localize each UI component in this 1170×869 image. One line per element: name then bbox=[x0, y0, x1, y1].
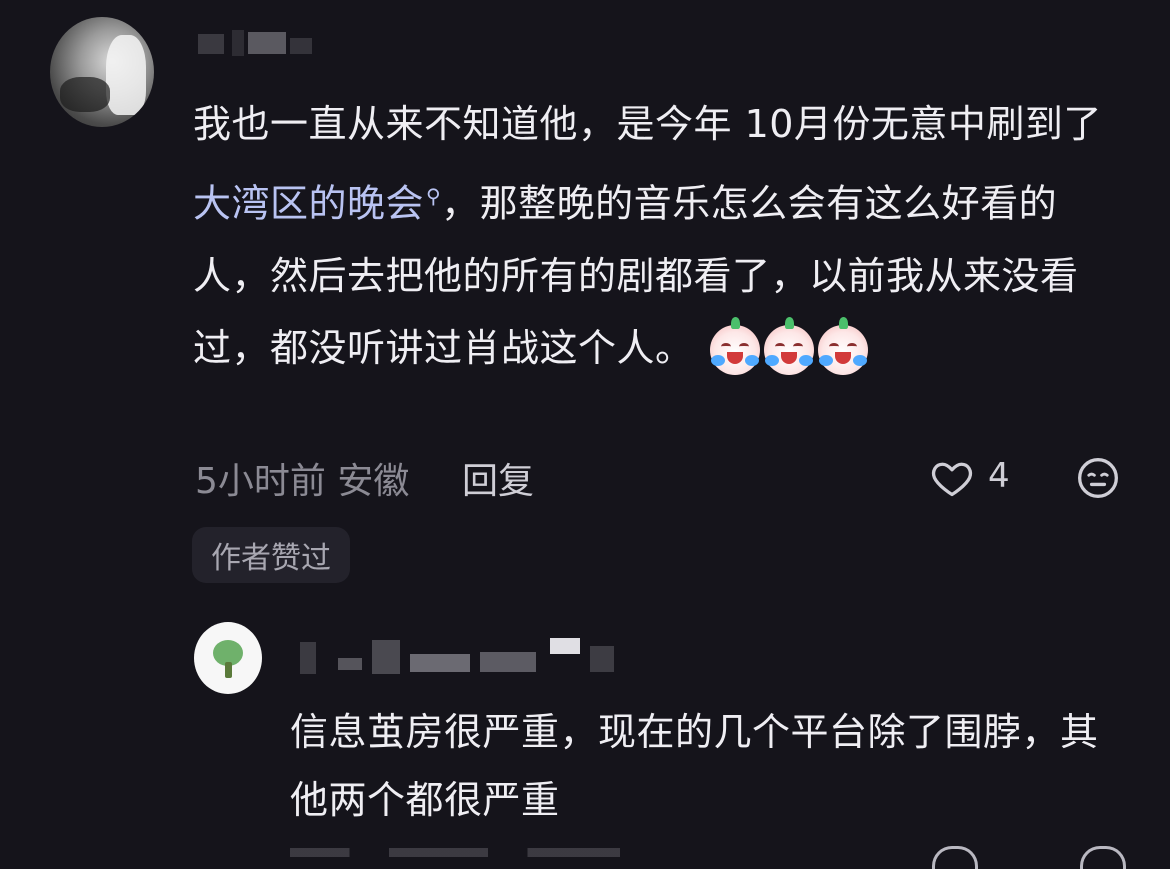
crying-laugh-emoji bbox=[818, 317, 869, 376]
author-liked-badge: 作者赞过 bbox=[192, 527, 350, 583]
replier-avatar[interactable] bbox=[194, 622, 262, 694]
replier-username-blurred[interactable] bbox=[300, 636, 620, 676]
reaction-face-icon-cutoff bbox=[1080, 846, 1126, 869]
like-count: 4 bbox=[988, 456, 1010, 496]
search-icon[interactable]: ⚲ bbox=[426, 184, 441, 208]
comment-text-part1: 我也一直从来不知道他，是今年 10月份无意中刷到了 bbox=[193, 102, 1102, 146]
commenter-avatar[interactable] bbox=[50, 17, 154, 127]
crying-laugh-emoji bbox=[710, 317, 761, 376]
reply-body: 信息茧房很严重，现在的几个平台除了围脖，其他两个都很严重 bbox=[290, 710, 1099, 822]
comment-body: 我也一直从来不知道他，是今年 10月份无意中刷到了 大湾区的晚会 ⚲，那整晚的音乐… bbox=[193, 88, 1133, 384]
heart-icon-cutoff bbox=[932, 846, 978, 869]
commenter-username-blurred[interactable] bbox=[198, 26, 318, 58]
reaction-face-icon[interactable] bbox=[1076, 456, 1120, 500]
search-link[interactable]: 大湾区的晚会 bbox=[193, 182, 424, 226]
crying-laugh-emoji bbox=[764, 317, 815, 376]
comment-meta: 5小时前 安徽 bbox=[195, 461, 410, 502]
next-meta-cutoff bbox=[290, 848, 620, 857]
heart-icon[interactable] bbox=[930, 456, 974, 500]
reply-button[interactable]: 回复 bbox=[462, 452, 534, 504]
